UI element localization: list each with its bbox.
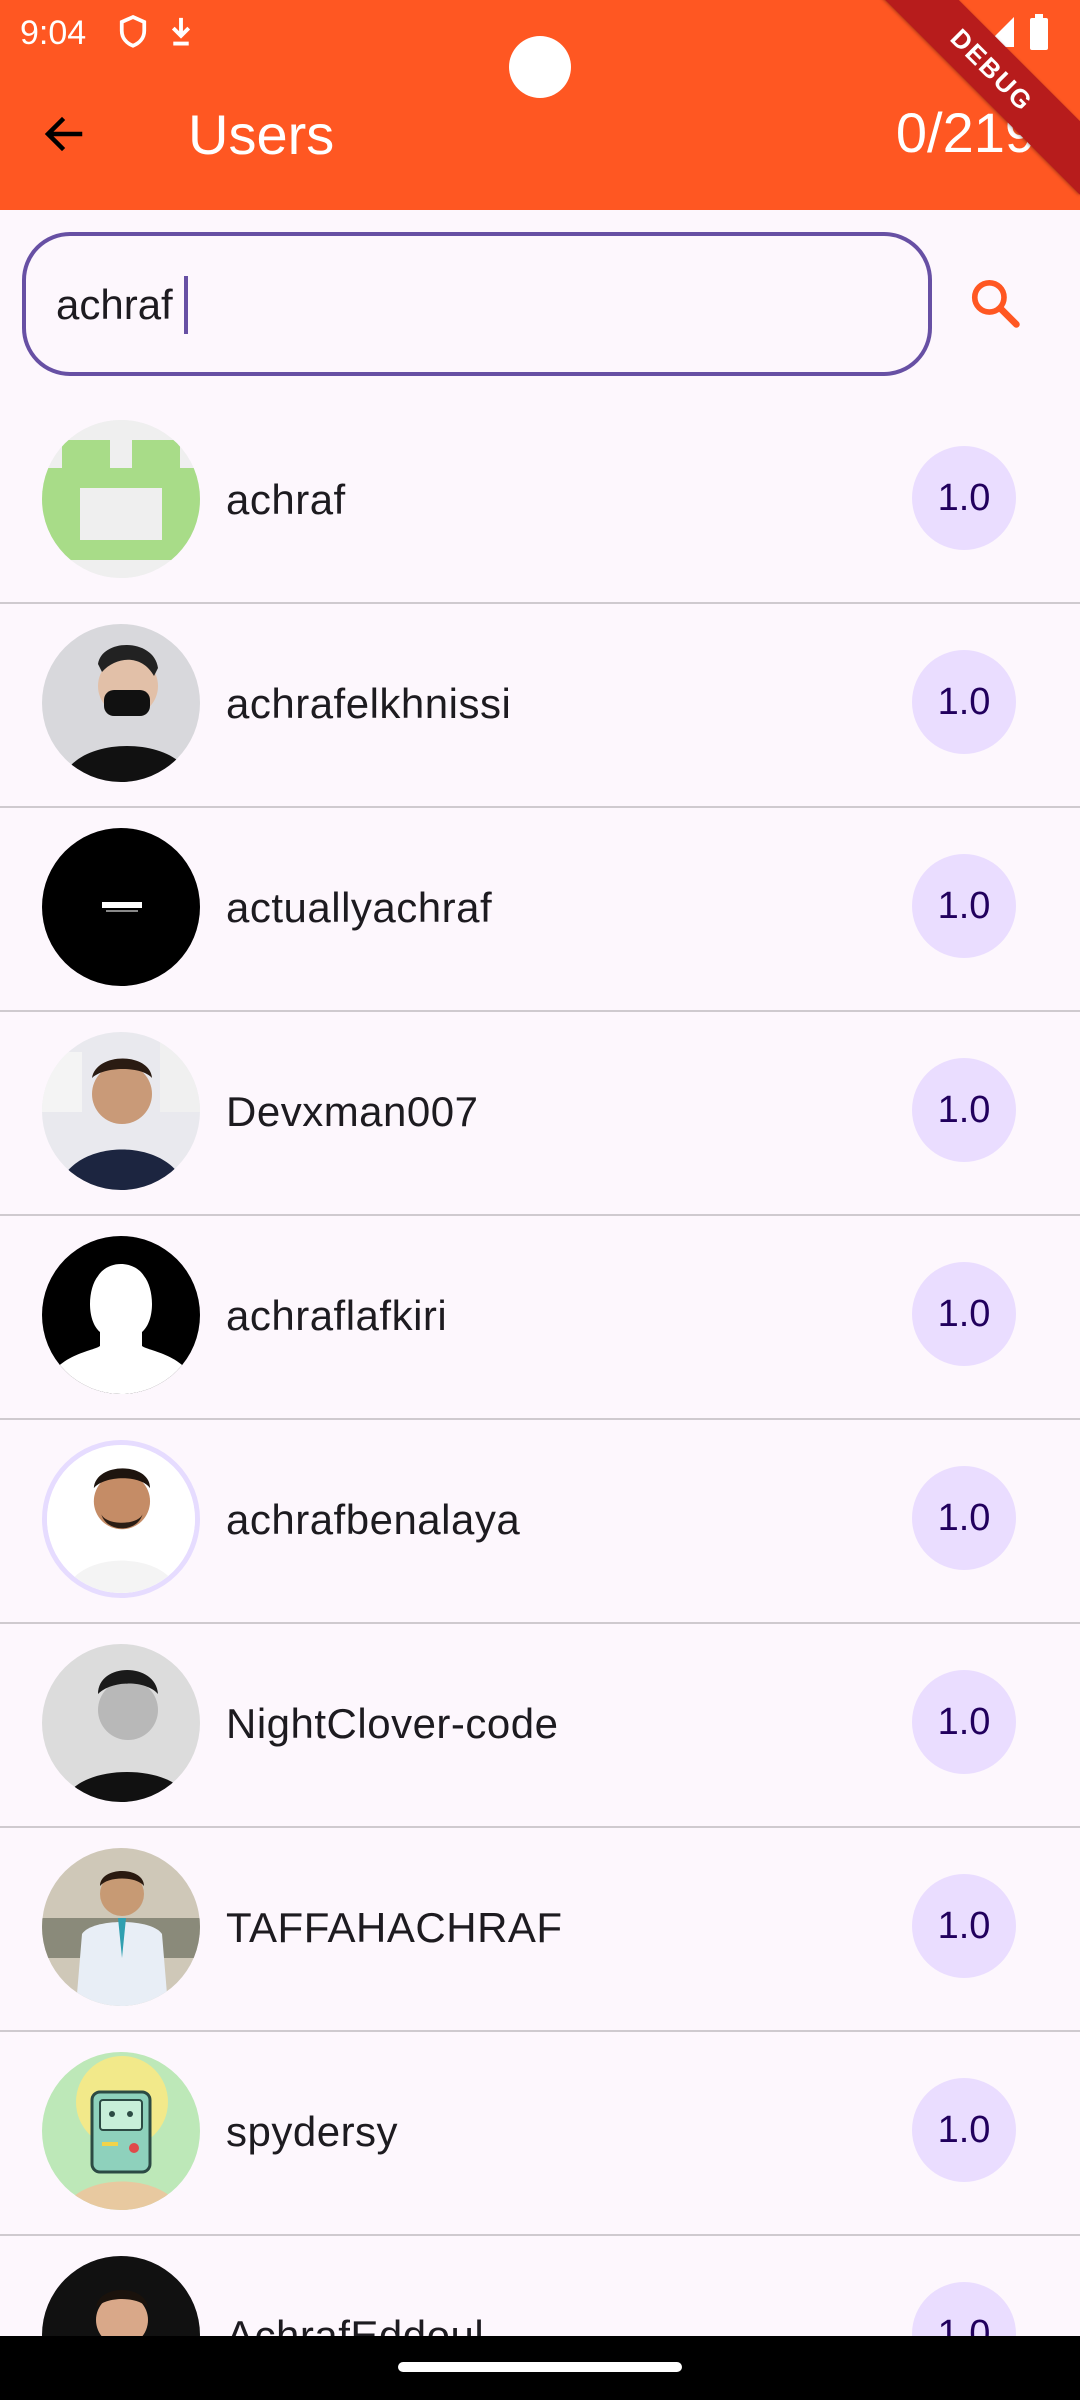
toolbar: Users 0/219 xyxy=(0,90,1080,180)
score-badge: 1.0 xyxy=(912,650,1016,754)
shield-icon xyxy=(118,14,148,55)
photo-avatar xyxy=(42,624,200,782)
search-button[interactable] xyxy=(962,272,1028,338)
user-name: TAFFAHACHRAF xyxy=(226,1904,563,1951)
user-name: achraflafkiri xyxy=(226,1292,448,1339)
logo-avatar xyxy=(42,828,200,986)
cartoon-avatar xyxy=(42,2052,200,2210)
search-field[interactable] xyxy=(22,232,932,376)
download-icon xyxy=(168,14,194,55)
list-item[interactable]: Devxman007 1.0 xyxy=(0,1012,1080,1216)
user-name: achrafelkhnissi xyxy=(226,680,512,727)
score-badge: 1.0 xyxy=(912,1670,1016,1774)
battery-icon xyxy=(1028,14,1050,55)
camera-cutout xyxy=(509,36,571,98)
search-icon xyxy=(968,276,1022,335)
user-name: Devxman007 xyxy=(226,1088,479,1135)
user-name: achraf xyxy=(226,476,346,523)
list-item[interactable]: achraflafkiri 1.0 xyxy=(0,1216,1080,1420)
score-badge: 1.0 xyxy=(912,1874,1016,1978)
user-name: achrafbenalaya xyxy=(226,1496,521,1543)
user-name: spydersy xyxy=(226,2108,399,2155)
photo-avatar xyxy=(42,1440,200,1598)
text-cursor xyxy=(184,276,188,334)
list-item[interactable]: achrafelkhnissi 1.0 xyxy=(0,604,1080,808)
list-item[interactable]: TAFFAHACHRAF 1.0 xyxy=(0,1828,1080,2032)
user-name: actuallyachraf xyxy=(226,884,493,931)
score-badge: 1.0 xyxy=(912,854,1016,958)
silhouette-avatar xyxy=(42,1236,200,1394)
status-left-icons xyxy=(118,14,194,55)
page-title: Users xyxy=(188,103,335,166)
users-list[interactable]: achraf 1.0 achrafelkhnissi 1.0 actuallya… xyxy=(0,400,1080,2400)
back-button[interactable] xyxy=(34,106,94,166)
home-indicator[interactable] xyxy=(398,2362,682,2372)
list-item[interactable]: actuallyachraf 1.0 xyxy=(0,808,1080,1012)
list-item[interactable]: achrafbenalaya 1.0 xyxy=(0,1420,1080,1624)
score-badge: 1.0 xyxy=(912,1466,1016,1570)
app-bar: 9:04 Users 0/219 DEBUG xyxy=(0,0,1080,210)
score-badge: 1.0 xyxy=(912,2078,1016,2182)
status-time: 9:04 xyxy=(20,14,87,52)
user-name: NightClover-code xyxy=(226,1700,559,1747)
search-input[interactable] xyxy=(56,270,876,340)
score-badge: 1.0 xyxy=(912,1058,1016,1162)
score-badge: 1.0 xyxy=(912,1262,1016,1366)
arrow-back-icon xyxy=(40,110,88,163)
score-badge: 1.0 xyxy=(912,446,1016,550)
photo-avatar xyxy=(42,1848,200,2006)
photo-avatar xyxy=(42,1032,200,1190)
identicon-avatar xyxy=(42,420,200,578)
list-item[interactable]: NightClover-code 1.0 xyxy=(0,1624,1080,1828)
list-item[interactable]: achraf 1.0 xyxy=(0,400,1080,604)
list-item[interactable]: spydersy 1.0 xyxy=(0,2032,1080,2236)
photo-avatar xyxy=(42,1644,200,1802)
